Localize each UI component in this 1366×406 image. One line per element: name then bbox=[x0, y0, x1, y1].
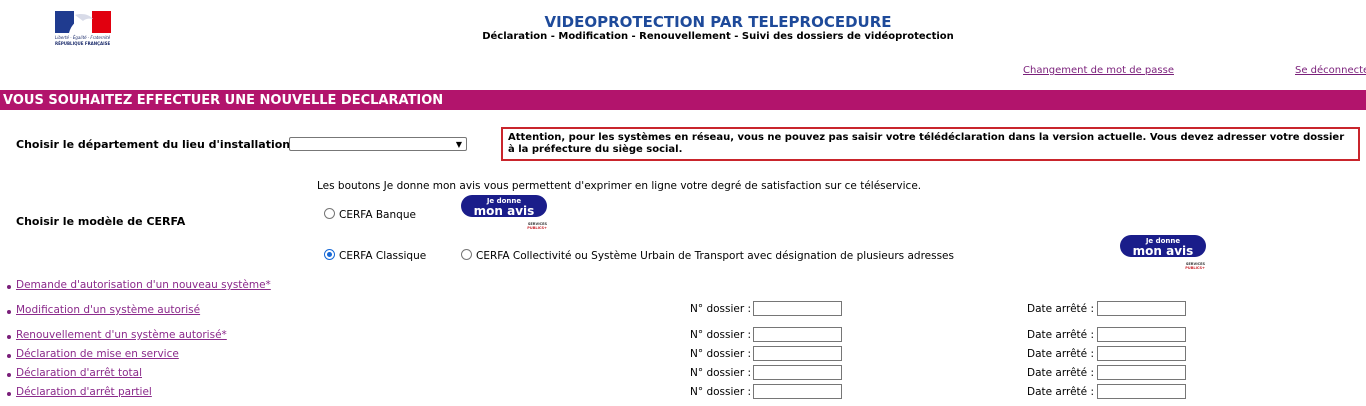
commissioning-date-input[interactable] bbox=[1097, 346, 1186, 361]
action-partial-stop-link[interactable]: Déclaration d'arrêt partiel bbox=[16, 386, 152, 398]
total-stop-date-input[interactable] bbox=[1097, 365, 1186, 380]
page-subtitle: Déclaration - Modification - Renouvellem… bbox=[482, 31, 954, 42]
dossier-label: N° dossier : bbox=[690, 329, 752, 341]
feedback-info-text: Les boutons Je donne mon avis vous perme… bbox=[317, 180, 922, 192]
date-label: Date arrêté : bbox=[1027, 367, 1094, 379]
list-bullet bbox=[7, 335, 11, 339]
date-label: Date arrêté : bbox=[1027, 348, 1094, 360]
date-label: Date arrêté : bbox=[1027, 329, 1094, 341]
action-renewal-link[interactable]: Renouvellement d'un système autorisé* bbox=[16, 329, 227, 341]
renewal-dossier-input[interactable] bbox=[753, 327, 842, 342]
action-new-system-link[interactable]: Demande d'autorisation d'un nouveau syst… bbox=[16, 279, 271, 291]
dossier-label: N° dossier : bbox=[690, 303, 752, 315]
total-stop-dossier-input[interactable] bbox=[753, 365, 842, 380]
modification-dossier-input[interactable] bbox=[753, 301, 842, 316]
services-publics-logo: SERVICES PUBLICS+ bbox=[1158, 262, 1205, 270]
section-title-bar: VOUS SOUHAITEZ EFFECTUER UNE NOUVELLE DE… bbox=[0, 90, 1366, 110]
cerfa-banque-radio[interactable] bbox=[324, 208, 335, 219]
list-bullet bbox=[7, 354, 11, 358]
list-bullet bbox=[7, 392, 11, 396]
page-title: VIDEOPROTECTION PAR TELEPROCEDURE bbox=[544, 13, 892, 31]
list-bullet bbox=[7, 373, 11, 377]
chevron-down-icon: ▼ bbox=[455, 140, 462, 149]
cerfa-collectivite-label: CERFA Collectivité ou Système Urbain de … bbox=[476, 250, 954, 262]
avis-button-collectivite[interactable]: Je donne mon avis bbox=[1120, 235, 1206, 257]
avis-line2: mon avis bbox=[473, 204, 535, 218]
logout-link[interactable]: Se déconnecter bbox=[1295, 65, 1366, 76]
avis-button-banque[interactable]: Je donne mon avis bbox=[461, 195, 547, 217]
commissioning-dossier-input[interactable] bbox=[753, 346, 842, 361]
department-label: Choisir le département du lieu d'install… bbox=[16, 138, 291, 151]
action-total-stop-link[interactable]: Déclaration d'arrêt total bbox=[16, 367, 142, 379]
partial-stop-date-input[interactable] bbox=[1097, 384, 1186, 399]
action-modification-link[interactable]: Modification d'un système autorisé bbox=[16, 304, 200, 316]
cerfa-classique-radio[interactable] bbox=[324, 249, 335, 260]
modification-date-input[interactable] bbox=[1097, 301, 1186, 316]
department-select[interactable]: ▼ bbox=[289, 137, 467, 151]
list-bullet bbox=[7, 310, 11, 314]
dossier-label: N° dossier : bbox=[690, 386, 752, 398]
partial-stop-dossier-input[interactable] bbox=[753, 384, 842, 399]
change-password-link[interactable]: Changement de mot de passe bbox=[1023, 65, 1174, 76]
dossier-label: N° dossier : bbox=[690, 367, 752, 379]
services-publics-logo: SERVICES PUBLICS+ bbox=[500, 222, 547, 230]
avis-line2: mon avis bbox=[1132, 244, 1194, 258]
date-label: Date arrêté : bbox=[1027, 386, 1094, 398]
network-alert: Attention, pour les systèmes en réseau, … bbox=[501, 127, 1360, 161]
cerfa-collectivite-radio[interactable] bbox=[461, 249, 472, 260]
cerfa-label: Choisir le modèle de CERFA bbox=[16, 215, 186, 228]
cerfa-classique-label: CERFA Classique bbox=[339, 250, 427, 262]
action-commissioning-link[interactable]: Déclaration de mise en service bbox=[16, 348, 179, 360]
publics-text: PUBLICS+ bbox=[1185, 266, 1205, 270]
renewal-date-input[interactable] bbox=[1097, 327, 1186, 342]
cerfa-banque-label: CERFA Banque bbox=[339, 209, 416, 221]
dossier-label: N° dossier : bbox=[690, 348, 752, 360]
list-bullet bbox=[7, 285, 11, 289]
date-label: Date arrêté : bbox=[1027, 303, 1094, 315]
publics-text: PUBLICS+ bbox=[527, 226, 547, 230]
